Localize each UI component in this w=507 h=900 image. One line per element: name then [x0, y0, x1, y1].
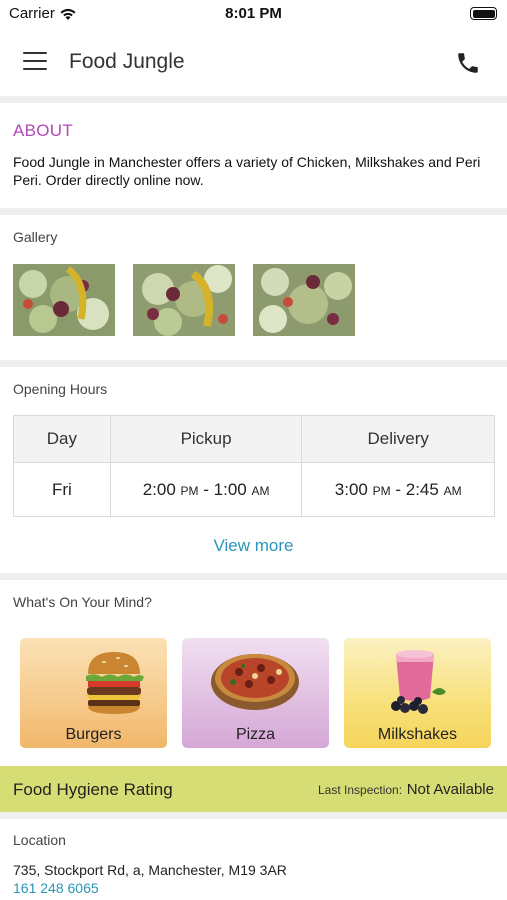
hygiene-rating-bar: Food Hygiene Rating Last Inspection: Not…: [0, 766, 507, 812]
battery-icon: [470, 7, 497, 20]
opening-hours-table: Day Pickup Delivery Fri 2:00 PM - 1:00 A…: [13, 415, 495, 517]
location-title: Location: [13, 832, 66, 848]
app-header: Food Jungle: [0, 30, 507, 96]
opening-hours-title: Opening Hours: [13, 381, 108, 397]
gallery: [13, 264, 355, 336]
category-label: Pizza: [235, 726, 276, 743]
phone-icon[interactable]: [455, 50, 481, 76]
gallery-image[interactable]: [13, 264, 115, 336]
time-dash: -: [203, 479, 209, 499]
delivery-open-ampm: PM: [372, 483, 391, 498]
status-time: 8:01 PM: [225, 5, 282, 22]
burger-icon: [86, 652, 144, 714]
gallery-image[interactable]: [133, 264, 235, 336]
separator: [0, 573, 507, 580]
table-header-row: Day Pickup Delivery: [13, 415, 495, 463]
pickup-open-time: 2:00: [142, 479, 176, 499]
table-row: Fri 2:00 PM - 1:00 AM 3:00 PM - 2:45 AM: [13, 462, 495, 517]
pizza-icon: [211, 654, 299, 710]
pickup-close-ampm: AM: [251, 483, 270, 498]
address-text: 735, Stockport Rd, a, Manchester, M19 3A…: [13, 862, 287, 878]
view-more-link[interactable]: View more: [0, 536, 507, 556]
inspection-label: Last Inspection:: [318, 783, 403, 797]
column-header-pickup: Pickup: [109, 415, 303, 463]
column-header-day: Day: [13, 415, 111, 463]
gallery-image[interactable]: [253, 264, 355, 336]
pickup-close-time: 1:00: [213, 479, 247, 499]
separator: [0, 208, 507, 215]
mind-title: What's On Your Mind?: [13, 594, 152, 610]
category-label: Burgers: [65, 726, 122, 743]
separator: [0, 96, 507, 103]
category-card-milkshakes[interactable]: Milkshakes: [344, 638, 491, 748]
about-title: ABOUT: [13, 121, 74, 140]
app-title: Food Jungle: [69, 50, 185, 73]
separator: [0, 812, 507, 819]
status-bar: Carrier 8:01 PM: [0, 0, 507, 30]
pickup-open-ampm: PM: [180, 483, 199, 498]
about-text: Food Jungle in Manchester offers a varie…: [13, 154, 481, 188]
inspection-value: Not Available: [406, 781, 494, 798]
separator: [0, 360, 507, 367]
category-card-burgers[interactable]: Burgers: [20, 638, 167, 748]
delivery-open-time: 3:00: [334, 479, 368, 499]
hamburger-menu-icon[interactable]: [23, 52, 47, 72]
gallery-title: Gallery: [13, 229, 58, 245]
day-cell: Fri: [13, 462, 111, 517]
time-dash: -: [395, 479, 402, 499]
phone-number-link[interactable]: 161 248 6065: [13, 880, 99, 896]
column-header-delivery: Delivery: [301, 415, 495, 463]
delivery-close-time: 2:45: [405, 479, 439, 499]
pickup-cell: 2:00 PM - 1:00 AM: [109, 462, 303, 517]
category-row: Burgers Pizza Milkshakes: [20, 638, 491, 748]
delivery-close-ampm: AM: [443, 483, 462, 498]
hygiene-title: Food Hygiene Rating: [13, 780, 173, 799]
milkshake-icon: [391, 650, 446, 714]
category-label: Milkshakes: [377, 726, 458, 743]
delivery-cell: 3:00 PM - 2:45 AM: [301, 462, 495, 517]
category-card-pizza[interactable]: Pizza: [182, 638, 329, 748]
